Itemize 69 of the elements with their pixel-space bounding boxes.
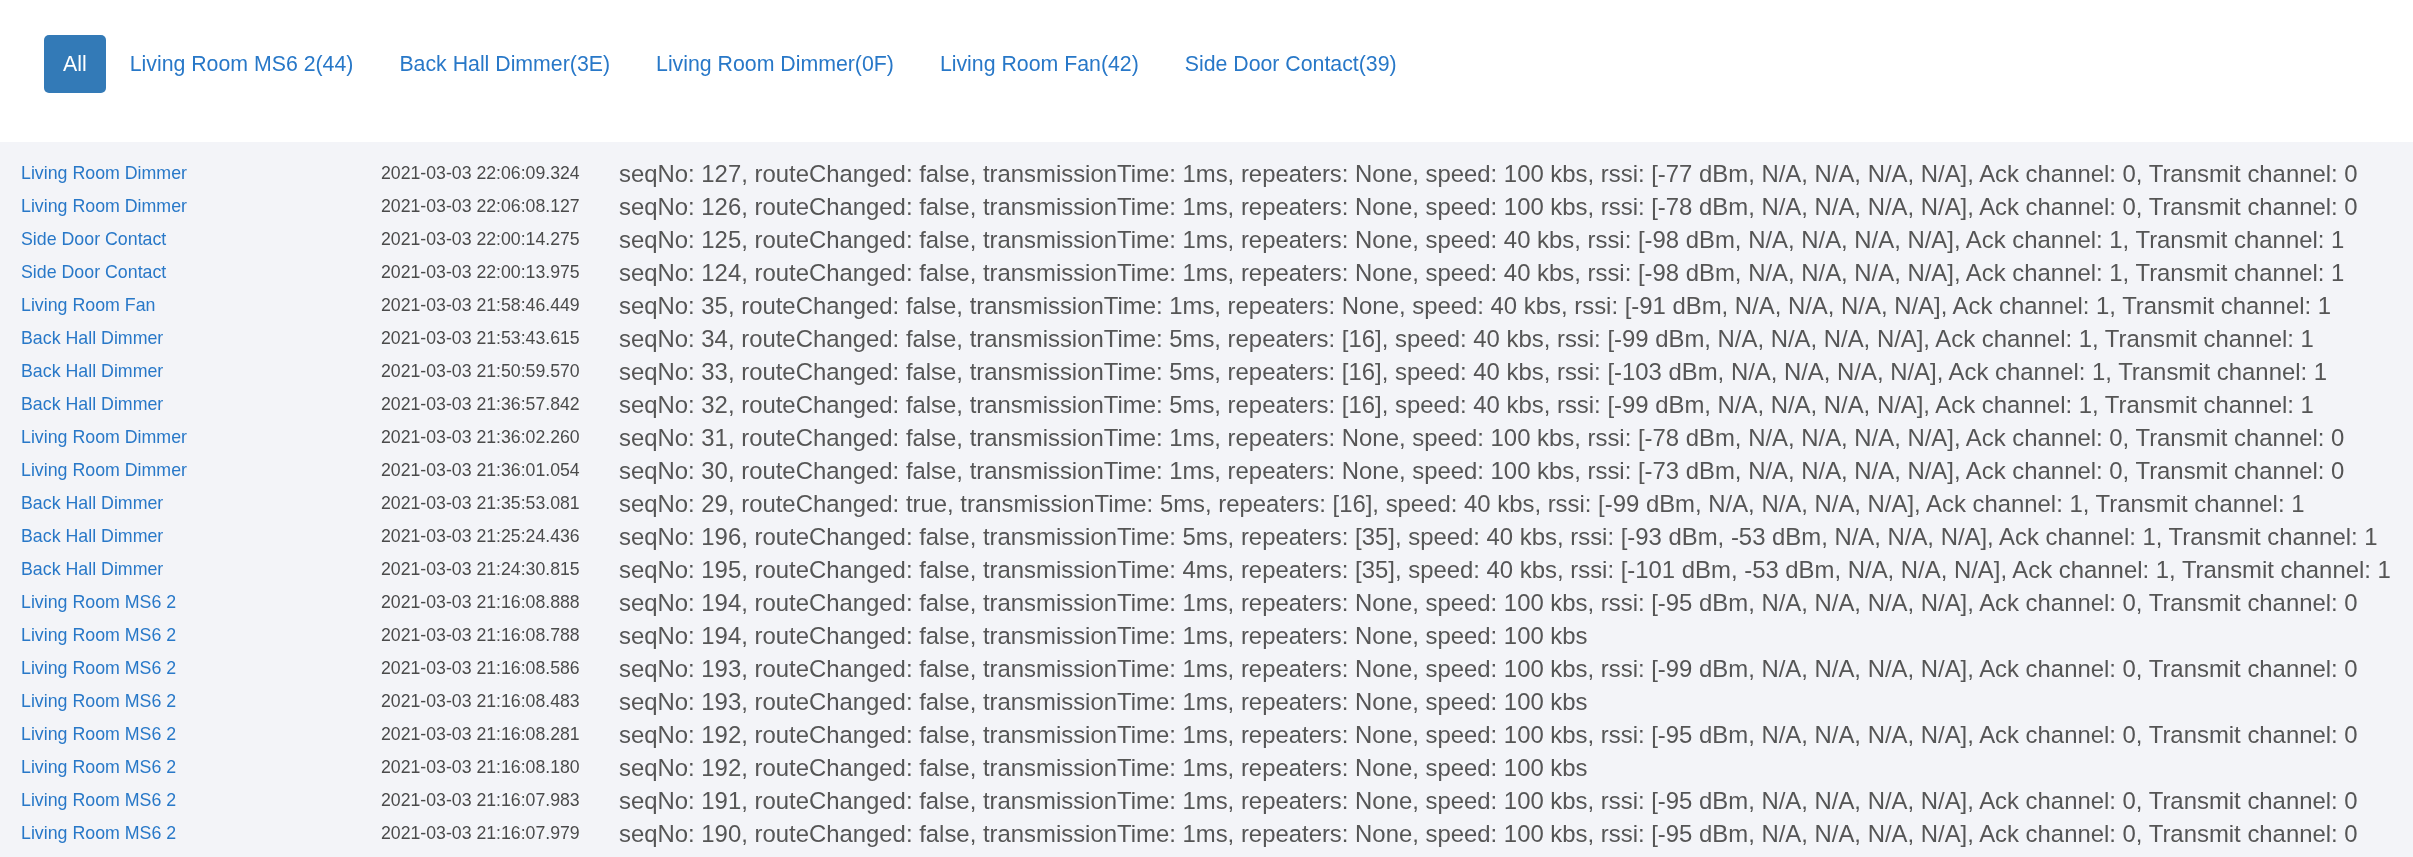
timestamp: 2021-03-03 22:06:08.127	[381, 196, 580, 217]
timestamp: 2021-03-03 21:16:08.483	[381, 691, 580, 712]
log-message: seqNo: 35, routeChanged: false, transmissionTime: 1ms, repeaters: None, speed: 40 kbs, rssi: [-91 dBm, N/A, N/A, N/A, N/A], Ack channel: 1, Transmit channel: 1	[619, 291, 2332, 320]
device-link[interactable]: Back Hall Dimmer	[21, 328, 164, 349]
filter-tab[interactable]: Living Room Dimmer(0F)	[634, 35, 916, 93]
timestamp: 2021-03-03 21:16:08.788	[381, 625, 580, 646]
log-message: seqNo: 194, routeChanged: false, transmissionTime: 1ms, repeaters: None, speed: 100 kbs, rssi: [-95 dBm, N/A, N/A, N/A, N/A], Ack channel: 0, Transmit channel: 0	[619, 588, 2358, 617]
timestamp: 2021-03-03 21:16:07.983	[381, 790, 580, 811]
timestamp: 2021-03-03 21:36:57.842	[381, 394, 580, 415]
timestamp: 2021-03-03 21:25:24.436	[381, 526, 580, 547]
device-link[interactable]: Living Room MS6 2	[21, 790, 177, 811]
timestamp: 2021-03-03 21:16:08.281	[381, 724, 580, 745]
log-message: seqNo: 30, routeChanged: false, transmissionTime: 1ms, repeaters: None, speed: 100 kbs, rssi: [-73 dBm, N/A, N/A, N/A, N/A], Ack channel: 0, Transmit channel: 0	[619, 456, 2345, 485]
filter-tab[interactable]: Side Door Contact(39)	[1162, 35, 1419, 93]
device-link[interactable]: Living Room MS6 2	[21, 691, 177, 712]
timestamp: 2021-03-03 21:50:59.570	[381, 361, 580, 382]
device-link[interactable]: Side Door Contact	[21, 262, 167, 283]
log-message: seqNo: 34, routeChanged: false, transmissionTime: 5ms, repeaters: [16], speed: 40 kbs, rssi: [-99 dBm, N/A, N/A, N/A, N/A], Ack channel: 1, Transmit channel: 1	[619, 324, 2314, 353]
device-link[interactable]: Living Room MS6 2	[21, 658, 177, 679]
timestamp: 2021-03-03 21:35:53.081	[381, 493, 580, 514]
timestamp: 2021-03-03 21:16:08.180	[381, 757, 580, 778]
log-message: seqNo: 127, routeChanged: false, transmissionTime: 1ms, repeaters: None, speed: 100 kbs, rssi: [-77 dBm, N/A, N/A, N/A, N/A], Ack channel: 0, Transmit channel: 0	[619, 159, 2358, 188]
log-message: seqNo: 124, routeChanged: false, transmissionTime: 1ms, repeaters: None, speed: 40 kbs, rssi: [-98 dBm, N/A, N/A, N/A, N/A], Ack channel: 1, Transmit channel: 1	[619, 258, 2345, 287]
log-message: seqNo: 193, routeChanged: false, transmissionTime: 1ms, repeaters: None, speed: 100 kbs, rssi: [-99 dBm, N/A, N/A, N/A, N/A], Ack channel: 0, Transmit channel: 0	[619, 654, 2358, 683]
device-link[interactable]: Back Hall Dimmer	[21, 361, 164, 382]
timestamp: 2021-03-03 21:16:08.586	[381, 658, 580, 679]
filter-tab[interactable]: Back Hall Dimmer(3E)	[377, 35, 633, 93]
device-link[interactable]: Living Room MS6 2	[21, 724, 177, 745]
device-link[interactable]: Side Door Contact	[21, 229, 167, 250]
log-message: seqNo: 193, routeChanged: false, transmissionTime: 1ms, repeaters: None, speed: 100 kbs	[619, 687, 1588, 716]
timestamp: 2021-03-03 22:00:14.275	[381, 229, 580, 250]
filter-tab[interactable]: Living Room Fan(42)	[917, 35, 1161, 93]
log-message: seqNo: 32, routeChanged: false, transmissionTime: 5ms, repeaters: [16], speed: 40 kbs, rssi: [-99 dBm, N/A, N/A, N/A, N/A], Ack channel: 1, Transmit channel: 1	[619, 390, 2314, 419]
device-link[interactable]: Back Hall Dimmer	[21, 493, 164, 514]
device-link[interactable]: Living Room Dimmer	[21, 196, 187, 217]
log-message: seqNo: 29, routeChanged: true, transmissionTime: 5ms, repeaters: [16], speed: 40 kbs, rssi: [-99 dBm, N/A, N/A, N/A, N/A], Ack channel: 1, Transmit channel: 1	[619, 489, 2305, 518]
log-message: seqNo: 126, routeChanged: false, transmissionTime: 1ms, repeaters: None, speed: 100 kbs, rssi: [-78 dBm, N/A, N/A, N/A, N/A], Ack channel: 0, Transmit channel: 0	[619, 192, 2358, 221]
log-message: seqNo: 33, routeChanged: false, transmissionTime: 5ms, repeaters: [16], speed: 40 kbs, rssi: [-103 dBm, N/A, N/A, N/A, N/A], Ack channel: 1, Transmit channel: 1	[619, 357, 2328, 386]
log-message: seqNo: 125, routeChanged: false, transmissionTime: 1ms, repeaters: None, speed: 40 kbs, rssi: [-98 dBm, N/A, N/A, N/A, N/A], Ack channel: 1, Transmit channel: 1	[619, 225, 2345, 254]
timestamp: 2021-03-03 21:36:02.260	[381, 427, 580, 448]
device-link[interactable]: Living Room Dimmer	[21, 427, 187, 448]
device-link[interactable]: Living Room Fan	[21, 295, 156, 316]
timestamp: 2021-03-03 21:53:43.615	[381, 328, 580, 349]
timestamp: 2021-03-03 22:00:13.975	[381, 262, 580, 283]
device-link[interactable]: Back Hall Dimmer	[21, 526, 164, 547]
device-link[interactable]: Living Room Dimmer	[21, 163, 187, 184]
log-message: seqNo: 190, routeChanged: false, transmissionTime: 1ms, repeaters: None, speed: 100 kbs, rssi: [-95 dBm, N/A, N/A, N/A, N/A], Ack channel: 0, Transmit channel: 0	[619, 819, 2358, 848]
device-link[interactable]: Living Room MS6 2	[21, 592, 177, 613]
log-message: seqNo: 196, routeChanged: false, transmissionTime: 5ms, repeaters: [35], speed: 40 kbs, rssi: [-93 dBm, -53 dBm, N/A, N/A, N/A], Ack channel: 1, Transmit channel: 1	[619, 522, 2378, 551]
filter-tab[interactable]: Living Room MS6 2(44)	[107, 35, 376, 93]
device-link[interactable]: Back Hall Dimmer	[21, 559, 164, 580]
timestamp: 2021-03-03 21:24:30.815	[381, 559, 580, 580]
device-link[interactable]: Living Room MS6 2	[21, 757, 177, 778]
device-link[interactable]: Living Room MS6 2	[21, 625, 177, 646]
log-message: seqNo: 192, routeChanged: false, transmissionTime: 1ms, repeaters: None, speed: 100 kbs	[619, 753, 1588, 782]
log-message: seqNo: 192, routeChanged: false, transmissionTime: 1ms, repeaters: None, speed: 100 kbs, rssi: [-95 dBm, N/A, N/A, N/A, N/A], Ack channel: 0, Transmit channel: 0	[619, 720, 2358, 749]
timestamp: 2021-03-03 21:36:01.054	[381, 460, 580, 481]
log-message: seqNo: 31, routeChanged: false, transmissionTime: 1ms, repeaters: None, speed: 100 kbs, rssi: [-78 dBm, N/A, N/A, N/A, N/A], Ack channel: 0, Transmit channel: 0	[619, 423, 2345, 452]
filter-tab[interactable]: All	[44, 35, 106, 93]
log-message: seqNo: 195, routeChanged: false, transmissionTime: 4ms, repeaters: [35], speed: 40 kbs, rssi: [-101 dBm, -53 dBm, N/A, N/A, N/A], Ack channel: 1, Transmit channel: 1	[619, 555, 2391, 584]
timestamp: 2021-03-03 22:06:09.324	[381, 163, 580, 184]
device-link[interactable]: Living Room MS6 2	[21, 823, 177, 844]
timestamp: 2021-03-03 21:16:08.888	[381, 592, 580, 613]
device-link[interactable]: Back Hall Dimmer	[21, 394, 164, 415]
timestamp: 2021-03-03 21:58:46.449	[381, 295, 580, 316]
log-message: seqNo: 191, routeChanged: false, transmissionTime: 1ms, repeaters: None, speed: 100 kbs, rssi: [-95 dBm, N/A, N/A, N/A, N/A], Ack channel: 0, Transmit channel: 0	[619, 786, 2358, 815]
device-link[interactable]: Living Room Dimmer	[21, 460, 187, 481]
log-message: seqNo: 194, routeChanged: false, transmissionTime: 1ms, repeaters: None, speed: 100 kbs	[619, 621, 1588, 650]
timestamp: 2021-03-03 21:16:07.979	[381, 823, 580, 844]
